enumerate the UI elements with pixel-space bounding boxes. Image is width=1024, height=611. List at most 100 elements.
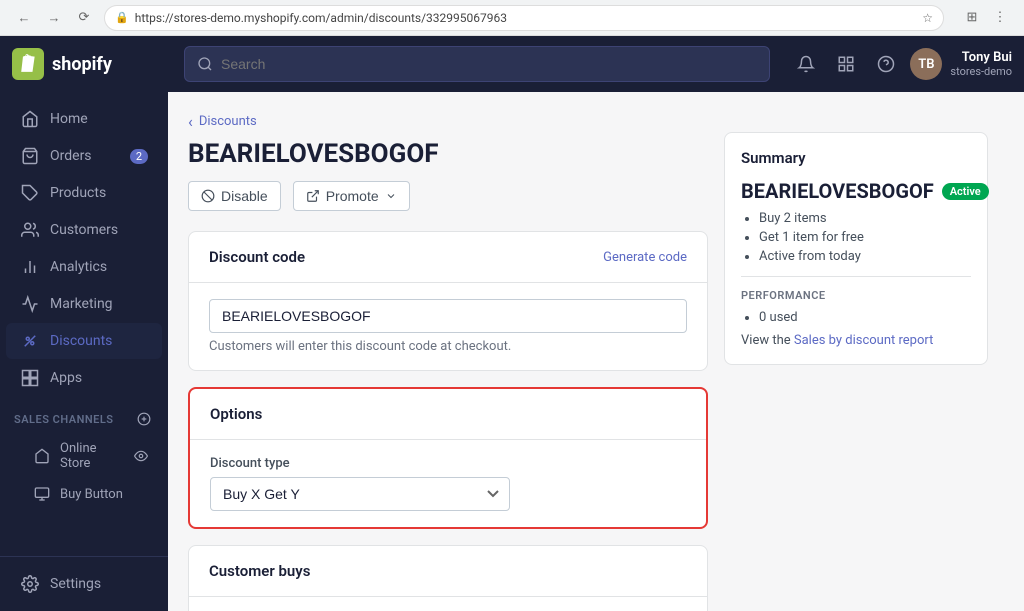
lock-icon: 🔒 (115, 11, 129, 24)
sidebar-item-analytics[interactable]: Analytics (6, 249, 162, 285)
page-actions: Disable Promote (188, 181, 708, 211)
sidebar-item-marketing[interactable]: Marketing (6, 286, 162, 322)
sidebar-item-label: Customers (50, 222, 118, 238)
online-store-icon (34, 448, 50, 464)
eye-icon[interactable] (134, 449, 148, 464)
options-header: Options (190, 389, 706, 440)
extensions-icon[interactable]: ⊞ (960, 6, 984, 30)
customers-icon (20, 220, 40, 240)
customer-buys-title: Customer buys (209, 562, 310, 580)
search-input[interactable] (221, 56, 757, 72)
promote-button[interactable]: Promote (293, 181, 410, 211)
discount-code-title: Discount code (209, 248, 305, 266)
sidebar-item-label: Orders (50, 148, 92, 164)
sales-report-link[interactable]: Sales by discount report (794, 333, 934, 348)
summary-code-text: BEARIELOVESBOGOF (741, 179, 934, 203)
summary-title: Summary (741, 149, 971, 167)
customer-buys-header: Customer buys (189, 546, 707, 597)
sidebar-item-label: Online Store (60, 441, 124, 471)
search-icon (197, 56, 213, 72)
topbar: shopify TB Tony Bui stores-demo (0, 36, 1024, 92)
sidebar-item-label: Marketing (50, 296, 113, 312)
sidebar-item-label: Settings (50, 576, 101, 592)
topbar-right: TB Tony Bui stores-demo (790, 48, 1012, 80)
sidebar-item-label: Discounts (50, 333, 112, 349)
url-bar[interactable]: 🔒 https://stores-demo.myshopify.com/admi… (104, 5, 944, 31)
add-sales-channel-button[interactable] (134, 409, 154, 429)
summary-card: Summary BEARIELOVESBOGOF Active Buy 2 it… (724, 132, 988, 365)
avatar[interactable]: TB (910, 48, 942, 80)
orders-badge: 2 (130, 149, 148, 164)
page-title: BEARIELOVESBOGOF (188, 139, 708, 169)
customer-buys-body: Quantity Any items from Specific collect… (189, 597, 707, 611)
sidebar-item-products[interactable]: Products (6, 175, 162, 211)
analytics-icon (20, 257, 40, 277)
chevron-down-icon (385, 190, 397, 202)
sidebar: Home Orders 2 Products Customers (0, 92, 168, 611)
sidebar-item-online-store[interactable]: Online Store (6, 434, 162, 478)
apps-nav-icon (20, 368, 40, 388)
sales-channels-label: SALES CHANNELS (0, 397, 168, 433)
status-badge: Active (942, 183, 989, 200)
performance-list: 0 used (741, 310, 971, 325)
sidebar-item-buy-button[interactable]: Buy Button (6, 479, 162, 509)
breadcrumb[interactable]: ‹ Discounts (188, 112, 708, 131)
discount-type-label: Discount type (210, 456, 686, 471)
sidebar-item-customers[interactable]: Customers (6, 212, 162, 248)
products-icon (20, 183, 40, 203)
marketing-icon (20, 294, 40, 314)
browser-chrome: ← → ⟳ 🔒 https://stores-demo.myshopify.co… (0, 0, 1024, 36)
promote-label: Promote (326, 188, 379, 204)
logo-text: shopify (52, 54, 112, 75)
sidebar-item-label: Products (50, 185, 106, 201)
sidebar-bottom: Settings (0, 556, 168, 611)
apps-icon[interactable] (830, 48, 862, 80)
settings-icon (20, 574, 40, 594)
summary-item-1: Buy 2 items (759, 211, 971, 226)
discount-code-body: Customers will enter this discount code … (189, 283, 707, 370)
discount-code-card: Discount code Generate code Customers wi… (188, 231, 708, 371)
sidebar-item-home[interactable]: Home (6, 101, 162, 137)
discounts-icon (20, 331, 40, 351)
sidebar-item-label: Home (50, 111, 88, 127)
menu-icon[interactable]: ⋮ (988, 6, 1012, 30)
customer-buys-card: Customer buys Quantity Any items from (188, 545, 708, 611)
sidebar-item-settings[interactable]: Settings (6, 566, 162, 602)
sidebar-nav: Home Orders 2 Products Customers (0, 92, 168, 556)
browser-controls: ← → ⟳ (12, 6, 96, 30)
promote-icon (306, 189, 320, 203)
generate-code-link[interactable]: Generate code (603, 250, 687, 265)
performance-label: PERFORMANCE (741, 276, 971, 302)
discount-type-select[interactable]: Buy X Get Y Percentage Fixed Amount Free… (210, 477, 510, 511)
breadcrumb-text: Discounts (199, 114, 257, 129)
summary-item-3: Active from today (759, 249, 971, 264)
orders-icon (20, 146, 40, 166)
back-button[interactable]: ← (12, 6, 36, 30)
summary-code: BEARIELOVESBOGOF Active (741, 179, 971, 203)
disable-label: Disable (221, 188, 268, 204)
forward-button[interactable]: → (42, 6, 66, 30)
shopify-logo-icon (12, 48, 44, 80)
search-bar[interactable] (184, 46, 770, 82)
logo[interactable]: shopify (12, 48, 172, 80)
report-text: View the (741, 333, 791, 348)
sidebar-item-discounts[interactable]: Discounts (6, 323, 162, 359)
star-icon[interactable]: ☆ (922, 11, 933, 25)
disable-button[interactable]: Disable (188, 181, 281, 211)
sidebar-item-label: Buy Button (60, 487, 123, 502)
perf-item: 0 used (759, 310, 971, 325)
help-icon[interactable] (870, 48, 902, 80)
buy-button-icon (34, 486, 50, 502)
summary-item-2: Get 1 item for free (759, 230, 971, 245)
discount-code-hint: Customers will enter this discount code … (209, 339, 687, 354)
refresh-button[interactable]: ⟳ (72, 6, 96, 30)
report-link-container: View the Sales by discount report (741, 333, 971, 348)
options-card: Options Discount type Buy X Get Y Percen… (188, 387, 708, 529)
notifications-icon[interactable] (790, 48, 822, 80)
home-icon (20, 109, 40, 129)
back-arrow-icon: ‹ (188, 112, 193, 131)
discount-code-input[interactable] (209, 299, 687, 333)
sidebar-item-orders[interactable]: Orders 2 (6, 138, 162, 174)
summary-list: Buy 2 items Get 1 item for free Active f… (741, 211, 971, 264)
sidebar-item-apps[interactable]: Apps (6, 360, 162, 396)
